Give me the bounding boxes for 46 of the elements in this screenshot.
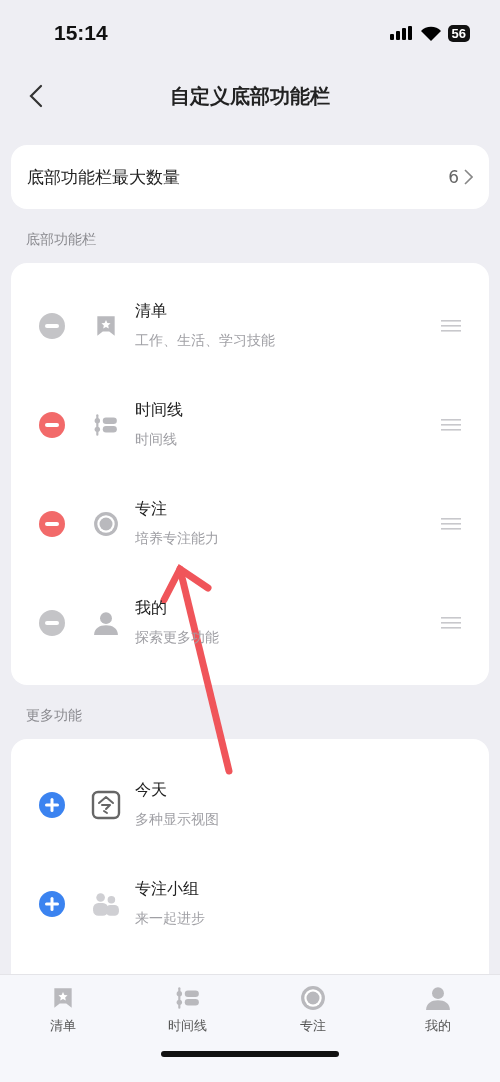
feature-name: 时间线 [135, 400, 184, 421]
target-icon [299, 985, 326, 1011]
feature-description: 多种显示视图 [135, 811, 220, 829]
battery-level: 56 [447, 24, 470, 42]
status-time: 15:14 [54, 21, 108, 45]
feature-name: 清单 [135, 301, 168, 322]
feature-description: 时间线 [135, 431, 178, 449]
minus-icon [45, 323, 59, 328]
tab-item[interactable]: 时间线 [125, 985, 250, 1035]
add-button[interactable] [39, 890, 65, 917]
minus-icon [45, 521, 59, 526]
today-icon [91, 789, 121, 820]
drag-handle-icon[interactable] [441, 319, 461, 332]
timeline-icon [174, 985, 201, 1011]
section-title: 更多功能 [25, 706, 83, 725]
minus-icon [45, 422, 59, 427]
chevron-right-icon [464, 169, 473, 185]
person-icon [424, 985, 451, 1011]
tab-item[interactable]: 清单 [0, 985, 125, 1035]
page-title: 自定义底部功能栏 [170, 82, 330, 110]
wifi-icon [420, 25, 441, 41]
remove-button[interactable] [39, 411, 65, 438]
signal-icon [389, 26, 414, 40]
feature-description: 工作、生活、学习技能 [135, 332, 276, 350]
target-icon [93, 510, 119, 537]
add-button[interactable] [39, 791, 65, 818]
drag-handle-icon[interactable] [441, 517, 461, 530]
tab-item[interactable]: 我的 [375, 985, 500, 1035]
feature-name: 今天 [135, 780, 168, 801]
feature-name: 专注 [135, 499, 168, 520]
drag-handle-icon[interactable] [441, 418, 461, 431]
tab-item[interactable]: 专注 [250, 985, 375, 1035]
person-icon [93, 609, 119, 636]
feature-name: 专注小组 [135, 879, 200, 900]
feature-description: 培养专注能力 [135, 530, 220, 548]
plus-icon [45, 797, 59, 812]
section-title: 底部功能栏 [25, 230, 97, 249]
drag-handle-icon[interactable] [441, 616, 461, 629]
feature-description: 探索更多功能 [135, 629, 220, 647]
timeline-icon [93, 411, 119, 438]
feature-description: 来一起进步 [135, 910, 206, 928]
minus-icon [45, 620, 59, 625]
max-count-row[interactable]: 底部功能栏最大数量 6 [11, 145, 489, 209]
plus-icon [45, 896, 59, 911]
feature-name: 我的 [135, 598, 168, 619]
remove-button[interactable] [39, 510, 65, 537]
